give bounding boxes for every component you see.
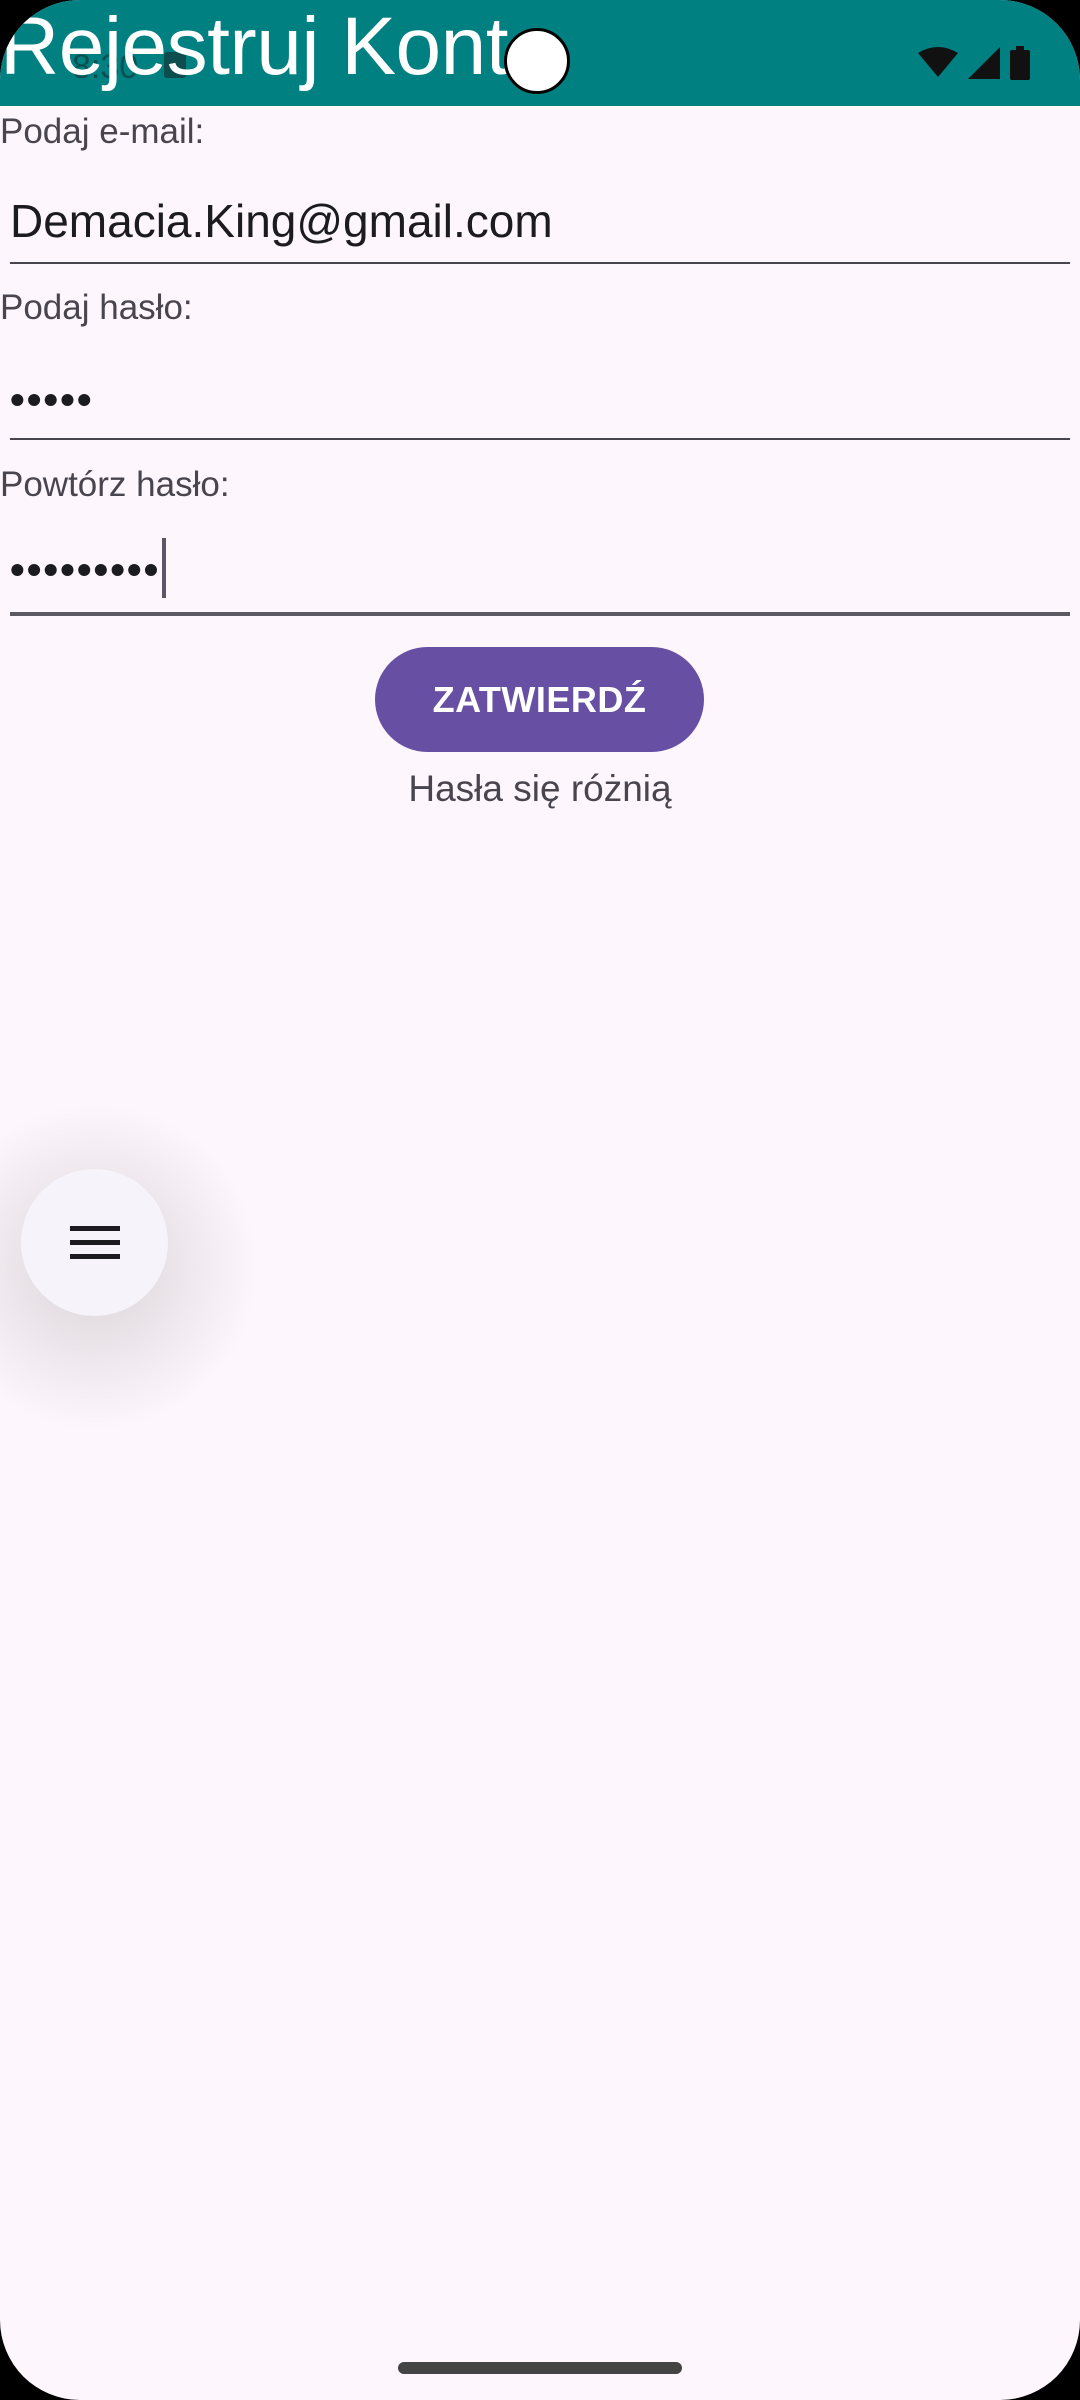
email-field[interactable]: Demacia.King@gmail.com [10,172,1070,264]
text-cursor [162,538,167,598]
repeat-password-value: ••••••••• [10,546,161,593]
password-value: ••••• [10,376,94,423]
camera-cutout [504,28,570,94]
email-value: Demacia.King@gmail.com [10,195,553,247]
page-title: Rejestruj Konto [0,1,554,92]
battery-icon [1010,46,1030,80]
email-label: Podaj e-mail: [0,112,205,151]
password-mismatch-message: Hasła się różnią [408,768,672,809]
menu-icon [69,1225,120,1259]
repeat-password-label: Powtórz hasło: [0,465,230,504]
status-icons [918,46,1030,80]
menu-fab-button[interactable] [21,1169,168,1316]
password-field[interactable]: ••••• [10,348,1070,440]
app-bar: 8:30 Rejestruj Konto [0,0,1080,106]
wifi-icon [918,47,958,77]
signal-icon [968,47,1000,79]
repeat-password-value-wrap: ••••••••• [10,538,167,598]
home-indicator[interactable] [398,2362,682,2374]
password-label: Podaj hasło: [0,288,193,327]
submit-button[interactable]: ZATWIERDŹ [375,647,704,752]
phone-screen: 8:30 Rejestruj Konto Podaj e-mail: Demac… [0,0,1080,2400]
repeat-password-field[interactable]: ••••••••• [10,524,1070,616]
